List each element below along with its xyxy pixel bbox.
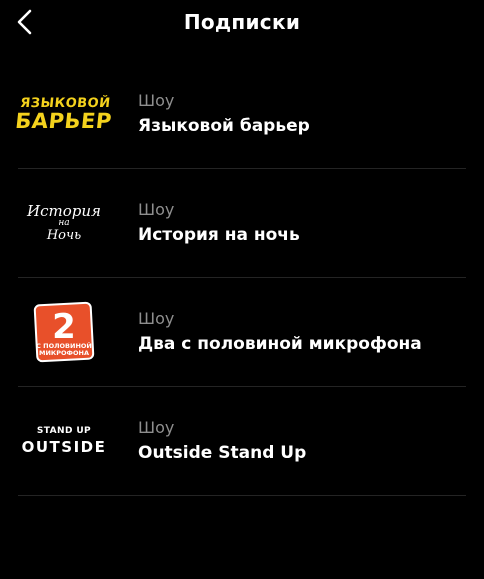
logo-text-line1: ЯЗЫКОВОЙ — [19, 95, 112, 111]
header: Подписки — [0, 0, 484, 44]
subscription-item-istoriya-na-noch[interactable]: История на Ночь Шоу История на ночь — [0, 169, 484, 278]
subscription-name: Два с половиной микрофона — [138, 334, 422, 354]
subscription-category: Шоу — [138, 418, 175, 437]
subscription-category: Шоу — [138, 200, 175, 219]
subscription-name: Языковой барьер — [138, 116, 310, 136]
show-logo-outside-stand-up: STAND UP OUTSIDE — [18, 401, 110, 481]
logo-text-line2: БАРЬЕР — [13, 108, 113, 133]
subscription-item-yazykovoy-barier[interactable]: ЯЗЫКОВОЙ БАРЬЕР Шоу Языковой барьер — [0, 60, 484, 169]
show-logo-yazykovoy-barier: ЯЗЫКОВОЙ БАРЬЕР — [14, 74, 113, 154]
logo-text-line1: STAND UP — [36, 425, 92, 436]
microphone-badge-icon: 2 С ПОЛОВИНОЙ МИКРОФОНА — [33, 301, 95, 363]
logo-text-line1: История — [27, 201, 101, 220]
divider — [18, 495, 466, 496]
logo-text-line2: МИКРОФОНА — [39, 349, 89, 357]
subscriptions-list: ЯЗЫКОВОЙ БАРЬЕР Шоу Языковой барьер Исто… — [0, 60, 484, 496]
subscription-name: История на ночь — [138, 225, 300, 245]
logo-text-line3: Ночь — [46, 227, 82, 243]
subscription-category: Шоу — [138, 309, 175, 328]
subscription-category: Шоу — [138, 91, 175, 110]
show-logo-istoriya-na-noch: История на Ночь — [18, 183, 110, 263]
subscription-item-dva-s-polovinoy[interactable]: 2 С ПОЛОВИНОЙ МИКРОФОНА Шоу Два с полови… — [0, 278, 484, 387]
page-title: Подписки — [183, 10, 301, 34]
subscription-name: Outside Stand Up — [138, 443, 307, 463]
subscription-item-outside-stand-up[interactable]: STAND UP OUTSIDE Шоу Outside Stand Up — [0, 387, 484, 496]
logo-digit: 2 — [52, 307, 76, 347]
logo-text-line2: OUTSIDE — [21, 437, 107, 456]
show-logo-dva-s-polovinoy: 2 С ПОЛОВИНОЙ МИКРОФОНА — [18, 292, 110, 372]
